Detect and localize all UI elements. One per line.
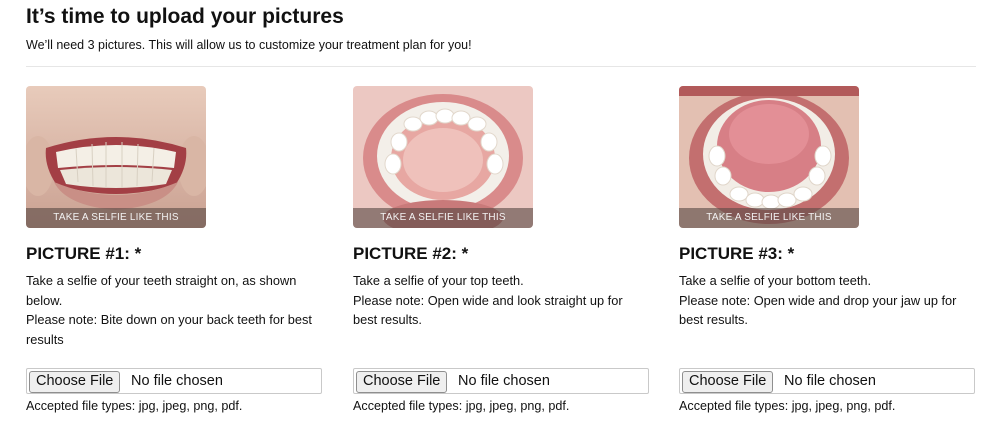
file-upload-input[interactable]: Choose File No file chosen	[679, 368, 975, 394]
divider	[26, 66, 976, 67]
file-status: No file chosen	[784, 373, 876, 389]
picture-2-section: TAKE A SELFIE LIKE THIS PICTURE #2: * Ta…	[353, 86, 649, 413]
example-photo-top-teeth: TAKE A SELFIE LIKE THIS	[353, 86, 533, 228]
picture-heading: PICTURE #1: *	[26, 244, 142, 263]
picture-description: Take a selfie of your teeth straight on,…	[26, 271, 322, 357]
selfie-overlay-label: TAKE A SELFIE LIKE THIS	[26, 208, 206, 228]
selfie-overlay-label: TAKE A SELFIE LIKE THIS	[679, 208, 859, 228]
choose-file-button[interactable]: Choose File	[29, 371, 121, 393]
instruction-text: Take a selfie of your bottom teeth.	[679, 273, 872, 288]
note-text: Please note: Bite down on your back teet…	[26, 312, 312, 347]
note-text: Please note: Open wide and drop your jaw…	[679, 292, 957, 328]
example-photo-bottom-teeth: TAKE A SELFIE LIKE THIS	[679, 86, 859, 228]
picture-heading: PICTURE #2: *	[353, 244, 469, 263]
picture-description: Take a selfie of your top teeth. Please …	[353, 271, 649, 357]
choose-file-button[interactable]: Choose File	[682, 371, 774, 393]
accepted-file-types: Accepted file types: jpg, jpeg, png, pdf…	[353, 399, 570, 413]
picture-3-section: TAKE A SELFIE LIKE THIS PICTURE #3: * Ta…	[679, 86, 975, 413]
picture-1-section: TAKE A SELFIE LIKE THIS PICTURE #1: * Ta…	[26, 86, 322, 413]
choose-file-button[interactable]: Choose File	[356, 371, 448, 393]
selfie-overlay-label: TAKE A SELFIE LIKE THIS	[353, 208, 533, 228]
accepted-file-types: Accepted file types: jpg, jpeg, png, pdf…	[26, 399, 243, 413]
accepted-file-types: Accepted file types: jpg, jpeg, png, pdf…	[679, 399, 896, 413]
picture-heading: PICTURE #3: *	[679, 244, 795, 263]
note-text: Please note: Open wide and look straight…	[353, 292, 623, 328]
file-status: No file chosen	[131, 373, 223, 389]
example-photo-front-teeth: TAKE A SELFIE LIKE THIS	[26, 86, 206, 228]
file-upload-input[interactable]: Choose File No file chosen	[26, 368, 322, 394]
upload-pictures-page: It’s time to upload your pictures We’ll …	[0, 0, 1000, 432]
instruction-text: Take a selfie of your teeth straight on,…	[26, 273, 297, 308]
instruction-text: Take a selfie of your top teeth.	[353, 273, 524, 288]
page-title: It’s time to upload your pictures	[26, 5, 344, 28]
page-subtitle: We’ll need 3 pictures. This will allow u…	[26, 38, 472, 52]
file-status: No file chosen	[458, 373, 550, 389]
picture-description: Take a selfie of your bottom teeth. Plea…	[679, 271, 975, 357]
file-upload-input[interactable]: Choose File No file chosen	[353, 368, 649, 394]
